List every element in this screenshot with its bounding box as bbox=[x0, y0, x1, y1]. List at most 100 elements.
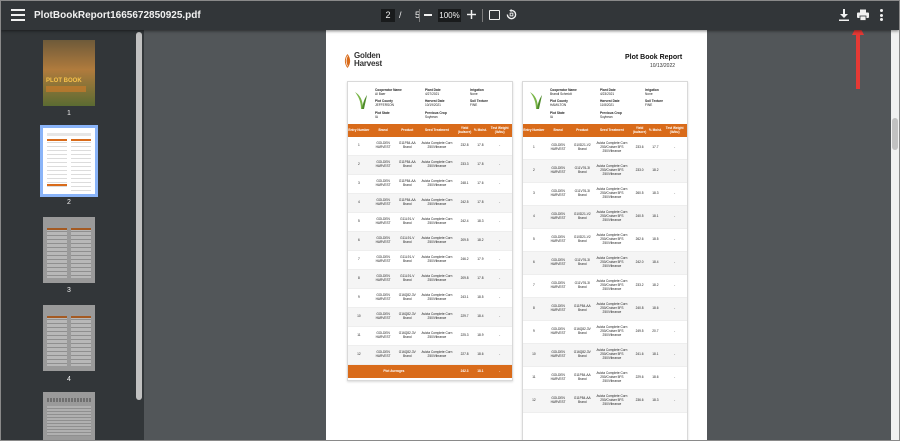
table-row: 4 GOLDEN HARVEST G10D21-V2 Brand Avicta Com… bbox=[523, 206, 687, 229]
meta-state: Plot State IA bbox=[550, 111, 565, 119]
averages-tw: - bbox=[499, 368, 501, 373]
table-cell: - bbox=[499, 219, 501, 224]
table-cell: - bbox=[499, 352, 501, 357]
table-cell: - bbox=[674, 145, 676, 150]
table-cell: Avicta Complete Corn 250/Vibrance bbox=[421, 312, 453, 320]
table-cell: GOLDEN HARVEST bbox=[550, 143, 566, 151]
table-cell: 243.1 bbox=[460, 295, 469, 300]
table-cell: 18.3 bbox=[477, 219, 484, 224]
thumbnail-page-2[interactable] bbox=[40, 125, 98, 197]
table-cell: 6 bbox=[532, 260, 535, 265]
column-header: Yield (bu/acre) bbox=[457, 125, 472, 134]
table-cell: 18.4 bbox=[652, 260, 659, 265]
column-header: Seed Treatment bbox=[425, 127, 449, 132]
table-cell: 260.5 bbox=[635, 191, 644, 196]
table-cell: 225.3 bbox=[460, 333, 469, 338]
table-cell: G11P84-AA Brand bbox=[398, 179, 416, 187]
table-row: 8 GOLDEN HARVEST G11L91-V Brand Avicta Comp… bbox=[348, 270, 512, 289]
annotation-arrow-icon bbox=[852, 23, 864, 89]
rotate-icon[interactable] bbox=[506, 9, 517, 20]
zoom-out-icon[interactable] bbox=[424, 14, 432, 16]
table-body: 1 GOLDEN HARVEST G10D21-V2 Brand Avicta Com… bbox=[523, 137, 687, 413]
table-cell: G16Q82-3V Brand bbox=[398, 312, 416, 320]
table-row: 10 GOLDEN HARVEST G16Q82-3V Brand Avicta Co… bbox=[348, 308, 512, 327]
table-cell: 10 bbox=[532, 352, 536, 357]
table-cell: - bbox=[499, 162, 501, 167]
table-row: 5 GOLDEN HARVEST G11L91-V Brand Avicta Comp… bbox=[348, 213, 512, 232]
print-icon[interactable] bbox=[857, 9, 869, 21]
table-cell: G11V76-3I Brand bbox=[574, 258, 590, 266]
table-row: 1 GOLDEN HARVEST G11P84-AA Brand Avicta Com… bbox=[348, 137, 512, 156]
table-cell: 242.0 bbox=[635, 260, 644, 265]
table-cell: 3 bbox=[532, 191, 535, 196]
thumbnail-page-3[interactable] bbox=[43, 217, 95, 283]
table-cell: G11P84-AA Brand bbox=[398, 198, 416, 206]
table-cell: G11V76-3I Brand bbox=[574, 281, 590, 289]
viewer-scrollbar[interactable] bbox=[891, 30, 899, 440]
table-cell: 20.7 bbox=[652, 329, 659, 334]
download-icon[interactable] bbox=[839, 9, 849, 21]
table-cell: G11P84-AA Brand bbox=[573, 304, 591, 312]
table-row: 4 GOLDEN HARVEST G11P84-AA Brand Avicta Com… bbox=[348, 194, 512, 213]
table-cell: 5 bbox=[357, 219, 360, 224]
table-cell: GOLDEN HARVEST bbox=[375, 217, 391, 225]
table-row: 3 GOLDEN HARVEST G11P84-AA Brand Avicta Com… bbox=[348, 175, 512, 194]
table-cell: 18.4 bbox=[477, 314, 484, 319]
table-cell: 9 bbox=[357, 295, 360, 300]
table-cell: 18.5 bbox=[477, 295, 484, 300]
table-cell: 209.5 bbox=[460, 238, 469, 243]
table-cell: GOLDEN HARVEST bbox=[375, 160, 391, 168]
table-cell: - bbox=[499, 295, 501, 300]
table-cell: GOLDEN HARVEST bbox=[550, 373, 566, 381]
table-cell: Avicta Complete Corn 250/Vibrance bbox=[421, 331, 453, 339]
table-cell: Avicta Complete Corn 250/Cruiser 5FS 250… bbox=[596, 279, 628, 291]
thumbnail-page-1[interactable]: PLOT BOOK bbox=[43, 40, 95, 106]
meta-county: Plot County HAMILTON bbox=[550, 99, 568, 107]
table-cell: 9 bbox=[532, 329, 535, 334]
column-header: % Moist. bbox=[648, 127, 662, 132]
table-cell: G11L91-V Brand bbox=[400, 236, 415, 244]
table-cell: - bbox=[674, 329, 676, 334]
zoom-in-icon[interactable] bbox=[467, 10, 476, 19]
thumbnail-page-4[interactable] bbox=[43, 305, 95, 371]
sidebar-scrollbar-thumb[interactable] bbox=[136, 32, 142, 400]
viewer-scrollbar-thumb[interactable] bbox=[892, 118, 898, 150]
menu-icon[interactable] bbox=[11, 9, 25, 21]
file-name: PlotBookReport1665672850925.pdf bbox=[34, 10, 201, 21]
zoom-level-input[interactable]: 100% bbox=[438, 9, 461, 22]
table-cell: GOLDEN HARVEST bbox=[550, 189, 566, 197]
table-cell: - bbox=[499, 238, 501, 243]
table-cell: 2 bbox=[357, 162, 360, 167]
table-cell: 17.7 bbox=[652, 145, 659, 150]
table-cell: G10D21-V2 Brand bbox=[573, 212, 591, 220]
table-cell: 18.3 bbox=[652, 398, 659, 403]
table-row: 6 GOLDEN HARVEST G11L91-V Brand Avicta Comp… bbox=[348, 232, 512, 251]
table-cell: G11V76-3I Brand bbox=[574, 189, 590, 197]
report-title: Plot Book Report bbox=[625, 54, 683, 61]
meta-harvest-date: Harvest Date 10/19/2021 bbox=[425, 99, 445, 107]
table-cell: - bbox=[674, 352, 676, 357]
table-cell: 209.8 bbox=[460, 276, 469, 281]
table-cell: 233.0 bbox=[635, 168, 644, 173]
table-cell: 229.6 bbox=[635, 375, 644, 380]
more-options-icon[interactable] bbox=[880, 9, 884, 21]
table-cell: G11L91-V Brand bbox=[400, 274, 415, 282]
table-cell: GOLDEN HARVEST bbox=[375, 350, 391, 358]
averages-label: Plot Averages bbox=[383, 368, 405, 373]
page-number-input[interactable]: 2 bbox=[381, 9, 395, 22]
table-cell: 8 bbox=[357, 276, 360, 281]
table-cell: G11P84-AA Brand bbox=[398, 160, 416, 168]
table-cell: 3 bbox=[357, 181, 360, 186]
table-cell: 17.8 bbox=[477, 276, 484, 281]
table-cell: 18.2 bbox=[652, 283, 659, 288]
table-cell: G11V76-3I Brand bbox=[574, 166, 590, 174]
table-cell: GOLDEN HARVEST bbox=[550, 327, 566, 335]
fit-to-page-icon[interactable] bbox=[489, 10, 500, 20]
table-cell: - bbox=[674, 191, 676, 196]
thumbnail-page-5[interactable] bbox=[43, 392, 95, 440]
table-cell: Avicta Complete Corn 250/Vibrance bbox=[421, 141, 453, 149]
table-cell: G11P84-AA Brand bbox=[398, 141, 416, 149]
meta-harvest-date: Harvest Date 11/8/2021 bbox=[600, 99, 620, 107]
table-row: 7 GOLDEN HARVEST G11V76-3I Brand Avicta Com… bbox=[523, 275, 687, 298]
table-cell: 242.4 bbox=[460, 219, 469, 224]
